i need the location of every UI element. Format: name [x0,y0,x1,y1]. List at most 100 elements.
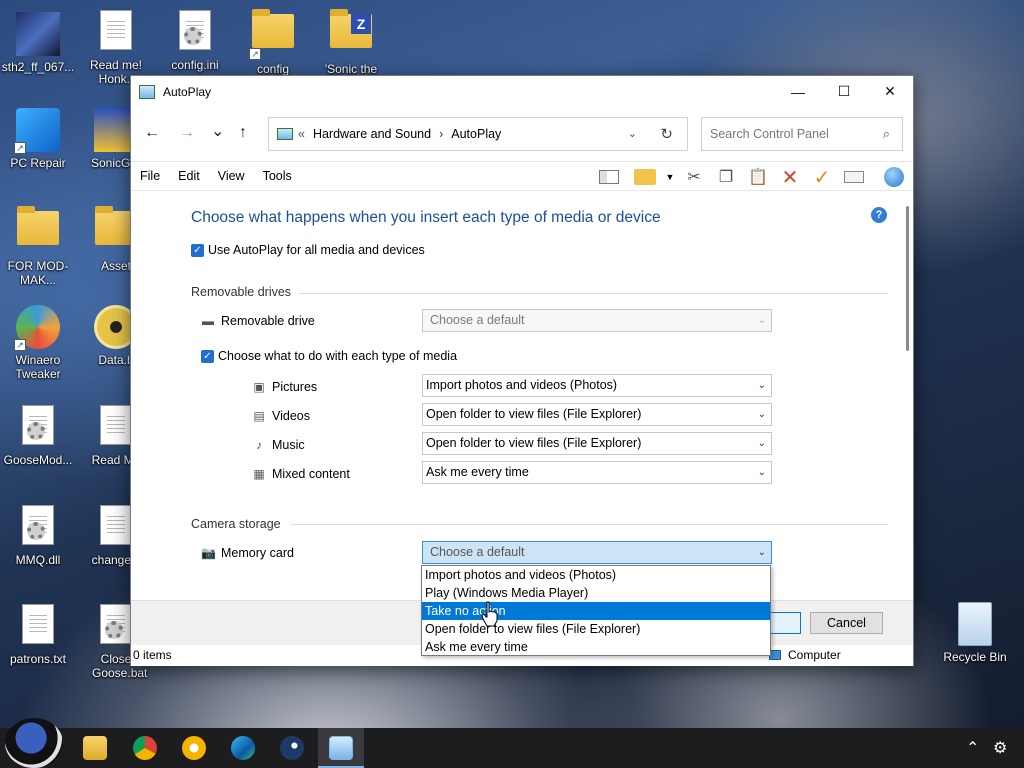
menu-view[interactable]: View [209,169,254,183]
text-file-icon [16,604,60,648]
settings-file-icon [16,405,60,449]
settings-gear-icon[interactable]: ⚙ [993,738,1007,758]
preview-pane-icon[interactable] [598,167,620,187]
each-media-type-checkbox[interactable]: ✓ Choose what to do with each type of me… [201,349,457,363]
desktop-icon-config-ini[interactable]: config.ini [157,8,233,72]
desktop-icon-winaero-tweaker[interactable]: ↗ Winaero Tweaker [0,305,76,381]
desktop-icon-patrons-txt[interactable]: patrons.txt [0,602,76,666]
music-icon: ♪ [256,438,262,452]
taskbar: ⌃ ⚙ [0,728,1024,768]
removable-drive-select[interactable]: Choose a default ⌄ [422,309,772,332]
options-dropdown-icon[interactable]: ▼ [659,167,681,187]
steam-icon[interactable] [280,736,304,760]
close-button[interactable]: ✕ [867,76,913,107]
vpn-shield-icon[interactable] [182,736,206,760]
chevron-down-icon: ⌄ [757,467,766,478]
dropdown-option[interactable]: Play (Windows Media Player) [422,584,770,602]
desktop-icon-mmq-dll[interactable]: MMQ.dll [0,503,76,567]
desktop-icon-label: config.ini [171,58,219,72]
file-explorer-icon[interactable] [83,736,107,760]
desktop-icon-for-mod-makers[interactable]: FOR MOD-MAK... [0,205,76,287]
pc-repair-icon: ↗ [14,108,60,154]
taskbar-autoplay-active[interactable] [318,728,364,768]
desktop-icon-config-folder[interactable]: ↗ config [235,8,311,76]
desktop-icon-recycle-bin[interactable]: Recycle Bin [937,602,1013,664]
address-dropdown-icon[interactable]: ⌄ [628,127,637,140]
memory-card-row: 📷 Memory card [201,546,294,560]
start-button-avatar-icon[interactable] [5,718,63,768]
control-panel-icon [329,736,353,760]
vertical-scrollbar[interactable] [906,206,909,351]
breadcrumb-overflow[interactable]: « [298,127,305,141]
edge-icon[interactable] [231,736,255,760]
help-icon[interactable]: ? [871,207,887,223]
breadcrumb-autoplay[interactable]: AutoPlay [451,127,501,141]
memory-card-value: Choose a default [430,545,525,559]
properties-icon[interactable] [843,167,865,187]
chevron-down-icon: ⌄ [757,438,766,449]
delete-icon[interactable]: ✕ [779,167,801,189]
shortcut-arrow-icon: ↗ [14,339,26,351]
maximize-button[interactable]: ☐ [821,76,867,107]
memory-card-label: Memory card [221,546,294,560]
desktop-icon-label: patrons.txt [9,652,67,666]
chevron-down-icon: ⌄ [757,315,766,326]
dropdown-option[interactable]: Ask me every time [422,638,770,656]
desktop-icon-sonic-the[interactable]: Z 'Sonic the [313,8,389,76]
show-hidden-icons-chevron-icon[interactable]: ⌃ [966,738,979,758]
dropdown-option[interactable]: Open folder to view files (File Explorer… [422,620,770,638]
checkmark-icon[interactable]: ✓ [811,167,833,189]
search-input[interactable]: Search Control Panel ⌕ [701,117,903,151]
breadcrumb-separator: › [439,127,444,141]
media-row-mixed-content: ▦ Mixed content [252,467,350,481]
back-button[interactable]: ← [144,124,160,142]
desktop-icon-goosemod[interactable]: GooseMod... [0,403,76,467]
each-media-type-label: Choose what to do with each type of medi… [218,349,458,363]
desktop-icon-sth2[interactable]: sth2_ff_067... [0,12,76,74]
address-bar[interactable]: « Hardware and Sound › AutoPlay ⌄ ↻ [268,117,688,151]
forward-button[interactable]: → [179,124,195,142]
mixed-content-select[interactable]: Ask me every time ⌄ [422,461,772,484]
removable-drive-icon: ▬ [202,314,214,328]
videos-select[interactable]: Open folder to view files (File Explorer… [422,403,772,426]
camera-storage-heading: Camera storage [191,517,281,531]
refresh-icon[interactable]: ↻ [660,125,673,143]
desktop-icon-pc-repair[interactable]: ↗ PC Repair [0,108,76,170]
media-label: Videos [272,409,310,423]
item-count: 0 items [133,648,172,662]
folder-options-icon[interactable] [634,167,656,187]
search-icon[interactable]: ⌕ [883,126,890,142]
breadcrumb-hardware-and-sound[interactable]: Hardware and Sound [313,127,431,141]
cancel-button[interactable]: Cancel [810,612,883,634]
page-title: Choose what happens when you insert each… [191,209,661,226]
up-button[interactable]: ↑ [239,124,247,142]
memory-card-select[interactable]: Choose a default ⌄ [422,541,772,564]
media-row-music: ♪ Music [252,438,305,452]
use-autoplay-checkbox[interactable]: ✓ Use AutoPlay for all media and devices [191,243,425,257]
menu-file[interactable]: File [131,169,169,183]
chrome-icon[interactable] [133,736,157,760]
dropdown-option[interactable]: Import photos and videos (Photos) [422,566,770,584]
shortcut-arrow-icon: ↗ [14,142,26,154]
paste-icon[interactable]: 📋 [747,167,769,187]
menu-edit[interactable]: Edit [169,169,209,183]
recent-locations-button[interactable]: ⌄ [211,121,224,141]
cut-icon[interactable]: ✂ [683,167,705,187]
text-file-icon [94,10,138,54]
search-placeholder: Search Control Panel [710,127,829,141]
pictures-select[interactable]: Import photos and videos (Photos) ⌄ [422,374,772,397]
media-row-pictures: ▣ Pictures [252,380,317,394]
settings-file-icon [173,10,217,54]
globe-icon[interactable] [883,167,905,187]
menu-tools[interactable]: Tools [254,169,301,183]
music-select[interactable]: Open folder to view files (File Explorer… [422,432,772,455]
desktop-icon-label: MMQ.dll [15,553,61,567]
minimize-button[interactable]: — [775,76,821,107]
dropdown-option-highlighted[interactable]: Take no action [422,602,770,620]
pictures-icon: ▣ [253,380,265,394]
checkbox-checked-icon: ✓ [191,243,204,257]
section-divider [291,524,888,525]
copy-icon[interactable]: ❐ [715,167,737,187]
removable-drive-label: Removable drive [221,314,315,328]
title-bar[interactable]: AutoPlay — ☐ ✕ [131,76,913,107]
